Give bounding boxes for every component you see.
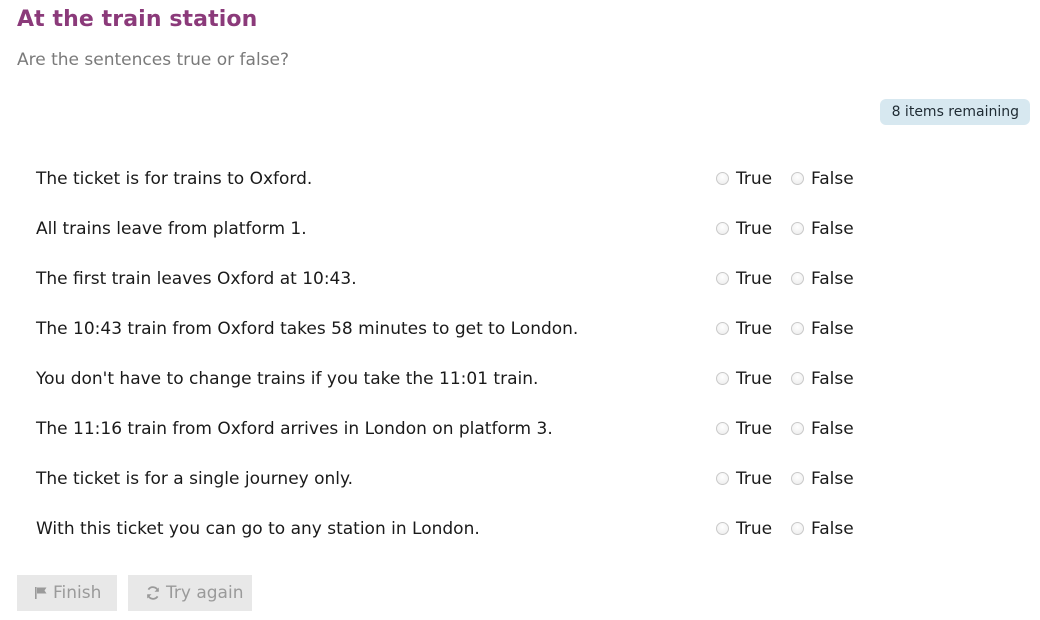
true-option[interactable]: True	[716, 169, 772, 189]
question-row: You don't have to change trains if you t…	[0, 355, 1040, 405]
question-row: The ticket is for a single journey only.…	[0, 455, 1040, 505]
true-label: True	[736, 319, 773, 339]
false-radio[interactable]	[791, 371, 804, 385]
false-radio[interactable]	[791, 321, 804, 335]
true-label: True	[736, 519, 773, 539]
true-option[interactable]: True	[716, 219, 772, 239]
false-label: False	[811, 219, 854, 239]
true-label: True	[736, 469, 773, 489]
false-label: False	[811, 469, 854, 489]
question-row: The 11:16 train from Oxford arrives in L…	[0, 405, 1040, 455]
true-radio[interactable]	[716, 471, 729, 485]
true-option[interactable]: True	[716, 369, 772, 389]
false-option[interactable]: False	[791, 419, 854, 439]
false-label: False	[811, 419, 854, 439]
false-radio[interactable]	[791, 221, 804, 235]
true-option[interactable]: True	[716, 469, 772, 489]
true-label: True	[736, 419, 773, 439]
question-row: The 10:43 train from Oxford takes 58 min…	[0, 305, 1040, 355]
true-radio[interactable]	[716, 271, 729, 285]
true-radio[interactable]	[716, 321, 729, 335]
true-radio[interactable]	[716, 171, 729, 185]
question-row: With this ticket you can go to any stati…	[0, 505, 1040, 555]
false-label: False	[811, 319, 854, 339]
question-row: The ticket is for trains to Oxford. True…	[0, 155, 1040, 205]
false-radio[interactable]	[791, 471, 804, 485]
try-again-button[interactable]: Try again	[128, 575, 252, 611]
question-statement: You don't have to change trains if you t…	[36, 369, 539, 389]
true-label: True	[736, 369, 773, 389]
true-option[interactable]: True	[716, 519, 772, 539]
false-option[interactable]: False	[791, 519, 854, 539]
true-option[interactable]: True	[716, 319, 772, 339]
try-again-label: Try again	[166, 583, 244, 603]
finish-label: Finish	[53, 583, 102, 603]
false-radio[interactable]	[791, 171, 804, 185]
question-statement: The ticket is for trains to Oxford.	[36, 169, 313, 189]
true-label: True	[736, 219, 773, 239]
finish-button[interactable]: Finish	[17, 575, 117, 611]
true-radio[interactable]	[716, 371, 729, 385]
false-option[interactable]: False	[791, 319, 854, 339]
true-radio[interactable]	[716, 221, 729, 235]
false-label: False	[811, 269, 854, 289]
question-statement: The first train leaves Oxford at 10:43.	[36, 269, 357, 289]
true-radio[interactable]	[716, 421, 729, 435]
false-option[interactable]: False	[791, 269, 854, 289]
question-statement: The 10:43 train from Oxford takes 58 min…	[36, 319, 579, 339]
false-label: False	[811, 519, 854, 539]
false-label: False	[811, 169, 854, 189]
quiz-page: At the train station Are the sentences t…	[0, 0, 1040, 620]
false-option[interactable]: False	[791, 369, 854, 389]
refresh-icon	[145, 585, 161, 601]
true-radio[interactable]	[716, 521, 729, 535]
true-label: True	[736, 169, 773, 189]
false-radio[interactable]	[791, 421, 804, 435]
instructions: Are the sentences true or false?	[17, 50, 290, 70]
false-label: False	[811, 369, 854, 389]
false-radio[interactable]	[791, 521, 804, 535]
flag-icon	[34, 586, 48, 600]
true-option[interactable]: True	[716, 269, 772, 289]
true-label: True	[736, 269, 773, 289]
question-row: All trains leave from platform 1. True F…	[0, 205, 1040, 255]
false-option[interactable]: False	[791, 219, 854, 239]
false-radio[interactable]	[791, 271, 804, 285]
question-list: The ticket is for trains to Oxford. True…	[0, 155, 1040, 555]
question-statement: The 11:16 train from Oxford arrives in L…	[36, 419, 553, 439]
false-option[interactable]: False	[791, 169, 854, 189]
items-remaining-badge: 8 items remaining	[879, 99, 1030, 125]
true-option[interactable]: True	[716, 419, 772, 439]
question-statement: The ticket is for a single journey only.	[36, 469, 354, 489]
false-option[interactable]: False	[791, 469, 854, 489]
page-title: At the train station	[17, 7, 258, 32]
question-statement: With this ticket you can go to any stati…	[36, 519, 480, 539]
question-row: The first train leaves Oxford at 10:43. …	[0, 255, 1040, 305]
question-statement: All trains leave from platform 1.	[36, 219, 307, 239]
